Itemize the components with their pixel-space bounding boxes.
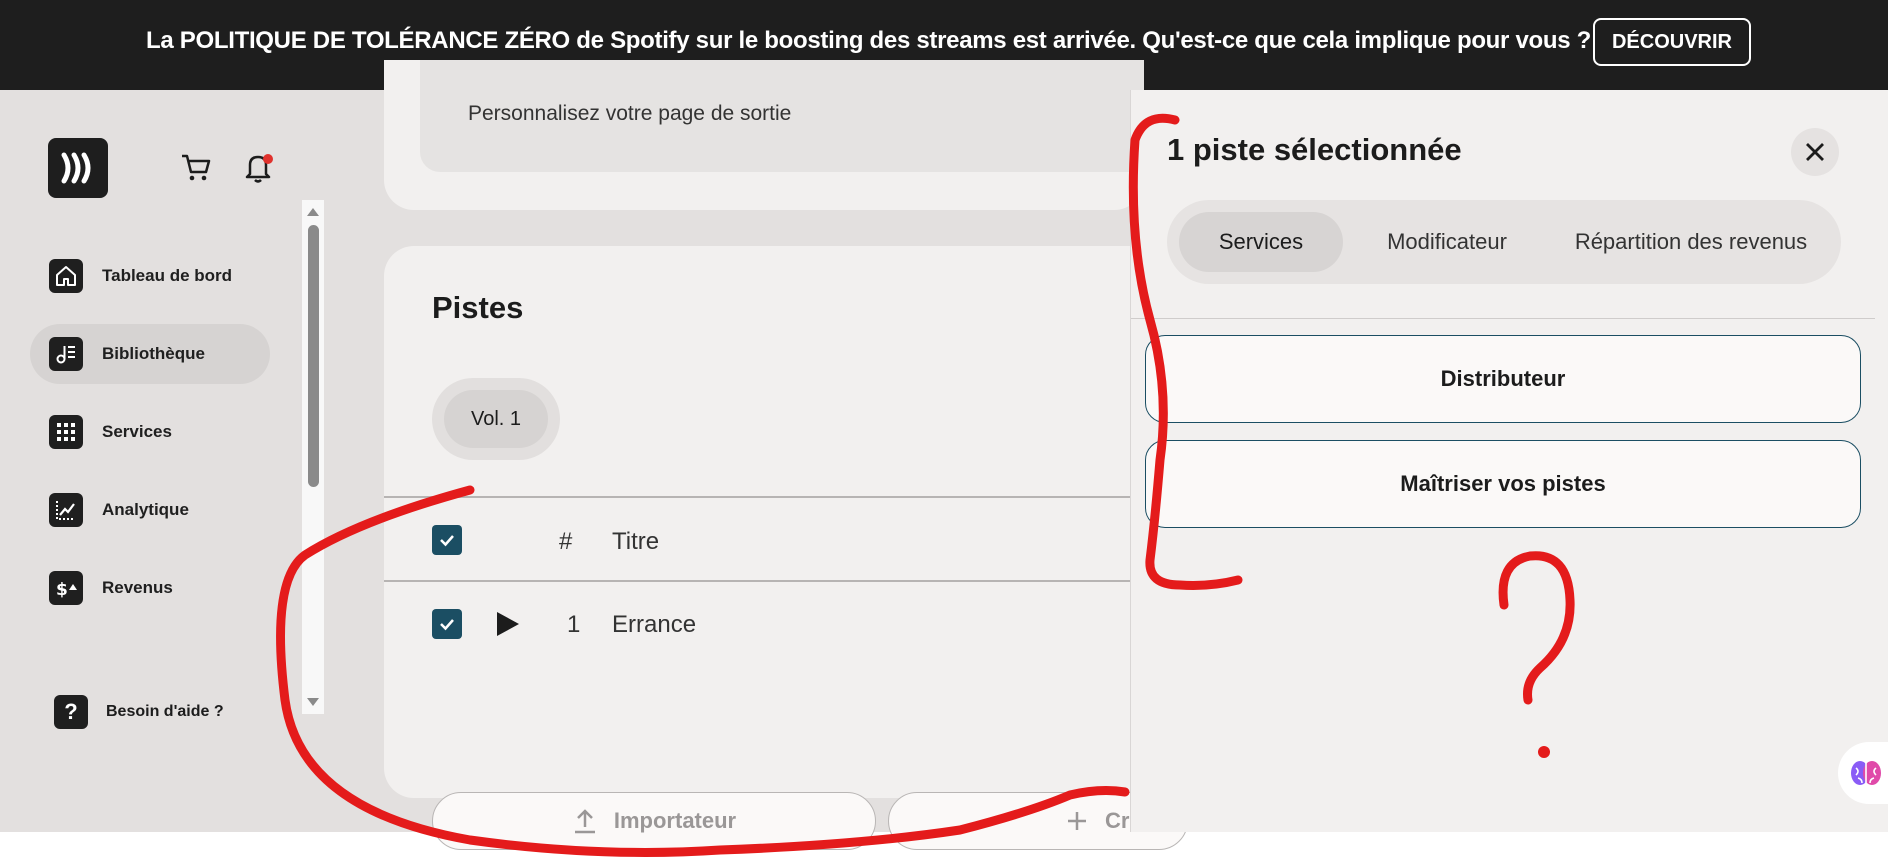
divider — [384, 580, 1144, 582]
sidebar: Tableau de bord Bibliothèque Services An… — [0, 90, 330, 832]
sidebar-item-revenue[interactable]: $ Revenus — [30, 558, 270, 618]
grid-icon — [49, 415, 83, 449]
tab-modifier[interactable]: Modificateur — [1359, 212, 1535, 272]
import-label: Importateur — [613, 808, 737, 833]
banner-text: La POLITIQUE DE TOLÉRANCE ZÉRO de Spotif… — [146, 27, 1591, 54]
help-label: Besoin d'aide ? — [106, 703, 224, 720]
customize-release-text: Personnalisez votre page de sortie — [468, 102, 792, 125]
scroll-thumb[interactable] — [308, 225, 319, 487]
sidebar-item-label: Bibliothèque — [102, 344, 205, 363]
scroll-down-arrow[interactable] — [307, 698, 319, 706]
master-tracks-option[interactable]: Maîtriser vos pistes — [1145, 440, 1861, 528]
logo-icon — [61, 152, 91, 184]
cart-icon[interactable] — [179, 150, 213, 184]
divider — [1131, 318, 1875, 319]
sidebar-item-services[interactable]: Services — [30, 402, 270, 462]
select-all-checkbox[interactable] — [432, 525, 462, 555]
notification-dot — [263, 154, 273, 164]
divider — [384, 496, 1144, 498]
sidebar-item-label: Tableau de bord — [102, 266, 233, 285]
create-label: Cr — [1105, 808, 1130, 833]
tab-services[interactable]: Services — [1179, 212, 1343, 272]
check-icon — [440, 535, 454, 547]
track-checkbox[interactable] — [432, 609, 462, 639]
tracks-card: Pistes Vol. 1 # Titre 1 Errance Importat… — [384, 246, 1188, 850]
tab-revenue-split[interactable]: Répartition des revenus — [1551, 212, 1831, 272]
tracks-title: Pistes — [432, 290, 524, 325]
sidebar-item-label: Analytique — [102, 500, 189, 519]
release-page-card — [384, 60, 1144, 210]
sidebar-item-label: Revenus — [102, 578, 173, 597]
revenue-icon: $ — [49, 571, 83, 605]
panel-tabs: Services Modificateur Répartition des re… — [1167, 200, 1841, 284]
play-icon[interactable] — [497, 612, 519, 636]
column-number-header: # — [559, 528, 573, 555]
distributor-option[interactable]: Distributeur — [1145, 335, 1861, 423]
panel-title: 1 piste sélectionnée — [1167, 132, 1462, 167]
sidebar-item-analytics[interactable]: Analytique — [30, 480, 270, 540]
sidebar-scrollbar[interactable] — [302, 200, 324, 714]
brain-icon — [1851, 761, 1881, 785]
track-title: Errance — [612, 611, 697, 638]
discover-button[interactable]: DÉCOUVRIR — [1593, 18, 1751, 66]
app-logo[interactable] — [48, 138, 108, 198]
svg-text:$: $ — [56, 580, 68, 600]
help-icon: ? — [54, 695, 88, 729]
close-button[interactable] — [1791, 128, 1839, 176]
column-title-header: Titre — [612, 528, 660, 555]
analytics-icon — [49, 493, 83, 527]
close-icon — [1806, 143, 1824, 161]
import-button[interactable]: Importateur — [432, 792, 876, 850]
track-number: 1 — [567, 611, 581, 638]
home-icon — [49, 259, 83, 293]
upload-icon — [574, 809, 595, 834]
sidebar-item-label: Services — [102, 422, 172, 441]
app-main: Tableau de bord Bibliothèque Services An… — [0, 60, 1888, 850]
volume-selector: Vol. 1 — [432, 378, 560, 460]
check-icon — [440, 619, 454, 631]
library-icon — [49, 337, 83, 371]
plus-icon — [1068, 812, 1086, 830]
help-link[interactable]: ? Besoin d'aide ? — [54, 695, 224, 729]
sidebar-item-library[interactable]: Bibliothèque — [30, 324, 270, 384]
selection-panel: 1 piste sélectionnée Services Modificate… — [1130, 90, 1888, 832]
scroll-up-arrow[interactable] — [307, 208, 319, 216]
volume-pill[interactable]: Vol. 1 — [444, 390, 548, 448]
sidebar-item-dashboard[interactable]: Tableau de bord — [30, 246, 270, 306]
